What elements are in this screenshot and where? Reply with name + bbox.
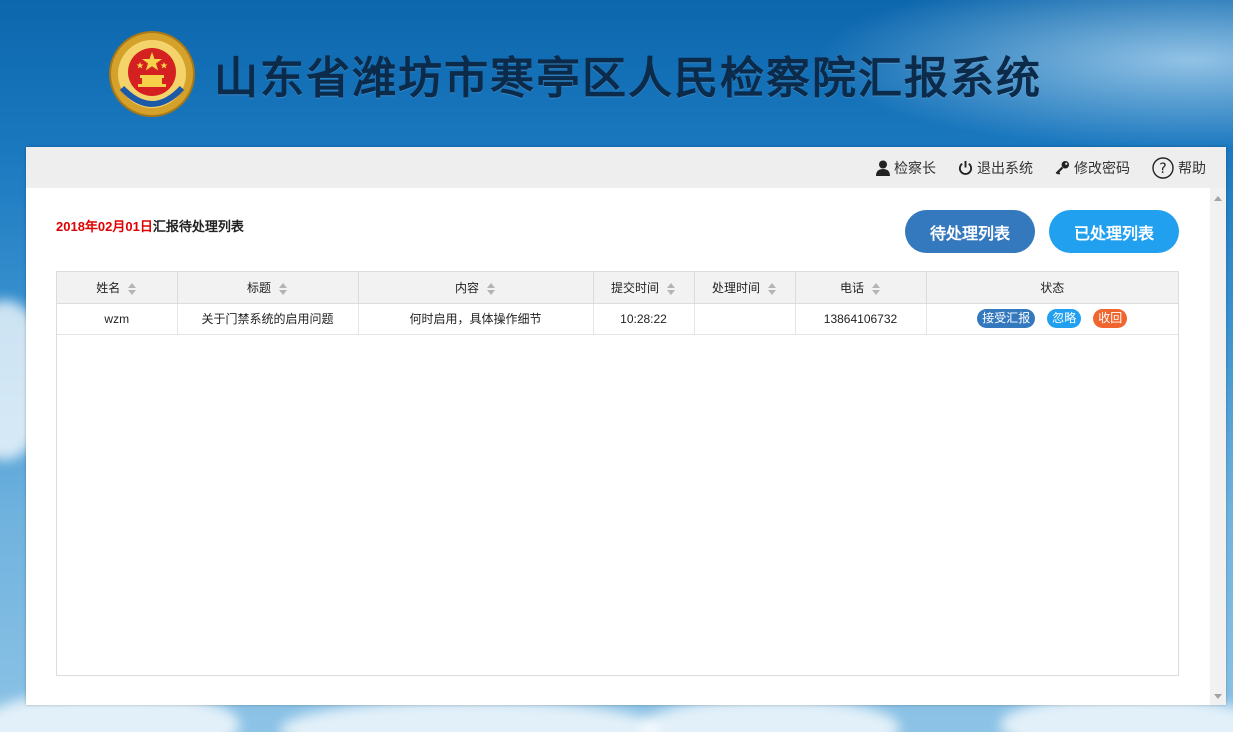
svg-text:?: ? — [1159, 161, 1166, 177]
change-password-label: 修改密码 — [1074, 159, 1130, 176]
change-password-link[interactable]: 修改密码 — [1055, 158, 1130, 178]
pending-list-button[interactable]: 待处理列表 — [905, 210, 1035, 253]
list-date: 2018年02月01日 — [56, 219, 153, 234]
sort-icon[interactable] — [768, 282, 777, 295]
scroll-up-arrow-icon[interactable] — [1214, 196, 1222, 201]
power-icon — [958, 160, 973, 175]
help-label: 帮助 — [1178, 159, 1206, 176]
cell-name: wzm — [57, 303, 178, 335]
user-icon — [876, 160, 890, 176]
list-heading: 2018年02月01日汇报待处理列表 — [56, 216, 244, 235]
sort-icon[interactable] — [128, 282, 137, 295]
list-title: 汇报待处理列表 — [152, 219, 244, 234]
main-panel: 检察长 退出系统 修改密码 ? 帮助 2018年02月01日汇报待处理列表 待处… — [26, 147, 1226, 705]
help-icon: ? — [1152, 156, 1174, 179]
table-header-row: 姓名 标题 内容 提交时间 处理时间 电话 状态 — [57, 272, 1178, 304]
report-table: 姓名 标题 内容 提交时间 处理时间 电话 状态 wzm 关于门禁系统的启用问题… — [57, 272, 1178, 335]
logout-label: 退出系统 — [977, 159, 1033, 176]
top-toolbar: 检察长 退出系统 修改密码 ? 帮助 — [26, 147, 1226, 188]
column-header-title[interactable]: 标题 — [177, 272, 359, 304]
help-link[interactable]: ? 帮助 — [1152, 156, 1206, 179]
table-row: wzm 关于门禁系统的启用问题 何时启用，具体操作细节 10:28:22 138… — [57, 303, 1178, 335]
ignore-button[interactable]: 忽略 — [1047, 309, 1082, 328]
cell-process-time — [694, 303, 796, 335]
column-header-status: 状态 — [926, 272, 1178, 304]
cell-phone: 13864106732 — [795, 303, 927, 335]
accept-report-button[interactable]: 接受汇报 — [977, 309, 1036, 328]
procuratorate-emblem-logo — [108, 28, 196, 120]
sort-icon[interactable] — [279, 282, 288, 295]
key-icon — [1055, 160, 1070, 175]
processed-list-button[interactable]: 已处理列表 — [1049, 210, 1179, 253]
sort-icon[interactable] — [487, 282, 496, 295]
site-header: 山东省潍坊市寒亭区人民检察院汇报系统 — [0, 0, 1233, 145]
vertical-scrollbar[interactable] — [1210, 188, 1226, 705]
user-label: 检察长 — [894, 159, 936, 176]
cell-content: 何时启用，具体操作细节 — [358, 303, 594, 335]
logout-link[interactable]: 退出系统 — [958, 158, 1033, 178]
cell-status-actions: 接受汇报 忽略 收回 — [926, 303, 1178, 335]
cell-submit-time: 10:28:22 — [593, 303, 695, 335]
column-header-process-time[interactable]: 处理时间 — [694, 272, 796, 304]
column-header-content[interactable]: 内容 — [358, 272, 594, 304]
sort-icon[interactable] — [872, 282, 881, 295]
report-table-container: 姓名 标题 内容 提交时间 处理时间 电话 状态 wzm 关于门禁系统的启用问题… — [56, 271, 1179, 676]
column-header-name[interactable]: 姓名 — [57, 272, 178, 304]
sort-icon[interactable] — [667, 282, 676, 295]
column-header-submit-time[interactable]: 提交时间 — [593, 272, 695, 304]
site-title: 山东省潍坊市寒亭区人民检察院汇报系统 — [214, 53, 1042, 104]
user-menu[interactable]: 检察长 — [876, 158, 936, 178]
column-header-phone[interactable]: 电话 — [795, 272, 927, 304]
scroll-down-arrow-icon[interactable] — [1214, 694, 1222, 699]
recall-button[interactable]: 收回 — [1093, 309, 1128, 328]
cell-title: 关于门禁系统的启用问题 — [177, 303, 359, 335]
